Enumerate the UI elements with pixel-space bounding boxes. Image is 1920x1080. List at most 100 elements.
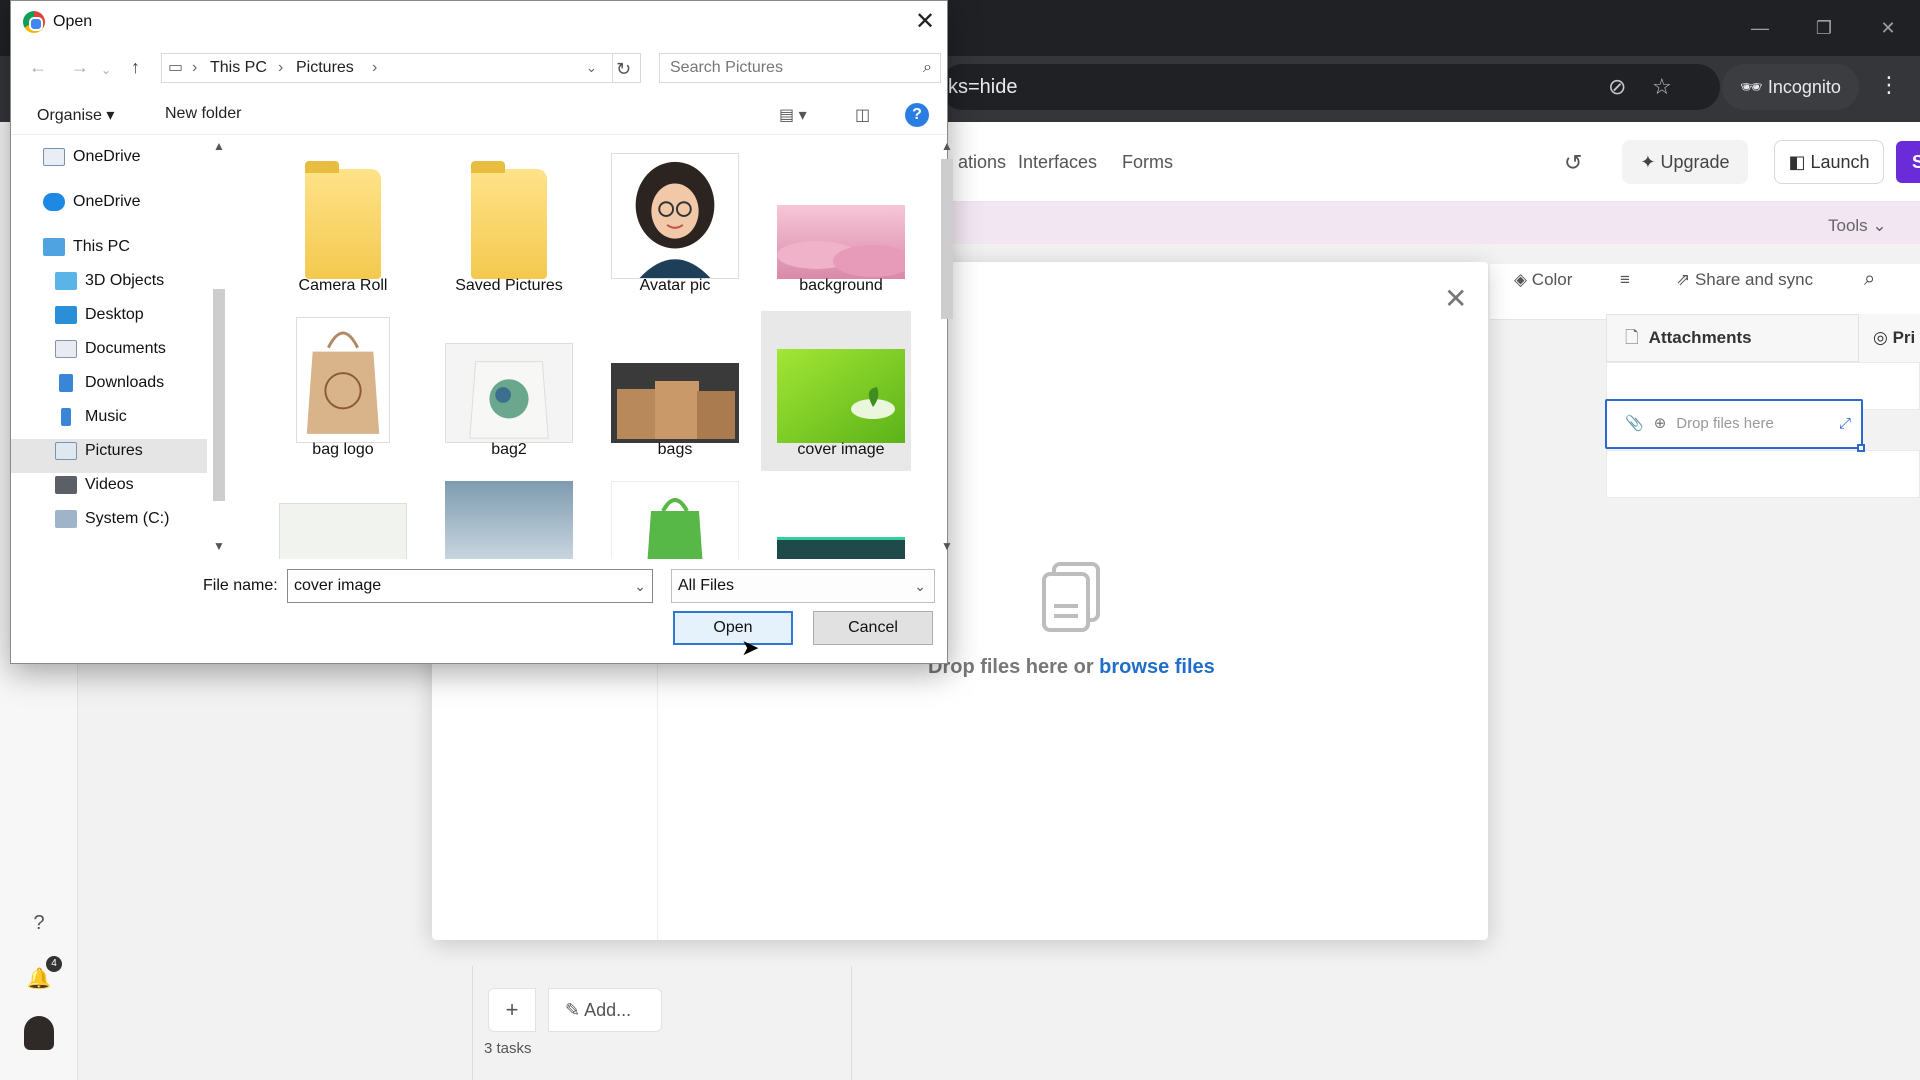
- refresh-icon[interactable]: ↻: [607, 53, 641, 83]
- nav-item-music[interactable]: Music: [55, 401, 127, 433]
- tools-menu[interactable]: Tools ⌄: [1828, 216, 1887, 236]
- share-sync-label: Share and sync: [1694, 270, 1814, 289]
- download-icon: [59, 373, 73, 392]
- nav-scroll-thumb[interactable]: [213, 289, 225, 501]
- nav-item-documents[interactable]: Documents: [55, 333, 166, 365]
- recent-dropdown-icon[interactable]: ⌄: [101, 63, 111, 77]
- files-scrollbar[interactable]: ▲ ▼: [937, 139, 957, 557]
- file-type-select[interactable]: All Files ⌄: [671, 569, 935, 603]
- fill-handle[interactable]: [1857, 444, 1865, 452]
- nav-item-videos[interactable]: Videos: [55, 469, 134, 501]
- image-thumbnail: [279, 503, 407, 559]
- nav-item-onedrive[interactable]: OneDrive: [43, 186, 141, 218]
- upgrade-button[interactable]: ✦ Upgrade: [1622, 140, 1748, 184]
- nav-item-pictures[interactable]: Pictures: [55, 435, 143, 467]
- file-icon: 🗋: [1625, 328, 1639, 347]
- preview-pane-icon[interactable]: ◫: [855, 105, 870, 125]
- files-scroll-thumb[interactable]: [941, 159, 953, 319]
- nav-item-downloads[interactable]: Downloads: [55, 367, 164, 399]
- magic-wand-icon: ✎: [565, 1000, 585, 1020]
- launch-button[interactable]: ◧ Launch: [1774, 140, 1884, 184]
- back-icon[interactable]: ←: [29, 57, 47, 78]
- file-item-background[interactable]: background: [761, 147, 911, 307]
- view-options-icon[interactable]: ▤ ▾: [779, 105, 807, 125]
- file-item-bag2[interactable]: bag2: [429, 311, 579, 471]
- file-item-bag-logo[interactable]: bag logo: [263, 311, 413, 471]
- file-item-avatar-pic[interactable]: Avatar pic: [595, 147, 745, 307]
- file-item-bags[interactable]: bags: [595, 311, 745, 471]
- nav-item-system-c[interactable]: System (C:): [55, 503, 169, 535]
- help-icon[interactable]: ?: [905, 103, 929, 127]
- chevron-down-icon[interactable]: ⌄: [634, 570, 646, 602]
- nav-label: OneDrive: [73, 148, 141, 165]
- expand-icon[interactable]: ⤢: [1839, 401, 1851, 447]
- help-circle-icon[interactable]: ?: [24, 908, 54, 938]
- color-label: Color: [1531, 270, 1573, 289]
- up-icon[interactable]: ↑: [131, 57, 140, 78]
- grid-search-icon[interactable]: ⌕: [1864, 268, 1875, 291]
- nav-item-this-pc[interactable]: This PC: [43, 231, 130, 263]
- breadcrumb-pictures[interactable]: Pictures: [296, 54, 354, 82]
- priority-column-header[interactable]: ◎ Pri: [1858, 314, 1920, 362]
- scroll-down-icon[interactable]: ▼: [941, 539, 953, 553]
- tab-automations[interactable]: ations: [958, 152, 1006, 173]
- color-tool[interactable]: ◈ Color: [1514, 270, 1572, 290]
- cancel-button[interactable]: Cancel: [813, 611, 933, 645]
- nav-item-3d-objects[interactable]: 3D Objects: [55, 265, 164, 297]
- file-item-partial[interactable]: [263, 475, 413, 559]
- browser-menu-icon[interactable]: ⋮: [1878, 72, 1900, 98]
- file-item-saved-pictures[interactable]: Saved Pictures: [429, 147, 579, 307]
- cube-icon: [55, 271, 77, 290]
- file-item-partial[interactable]: [761, 475, 911, 559]
- tab-forms[interactable]: Forms: [1122, 152, 1173, 173]
- add-record-button[interactable]: +: [488, 988, 536, 1032]
- drop-cell-text: Drop files here: [1676, 415, 1774, 432]
- nav-item-onedrive-business[interactable]: OneDrive: [43, 141, 141, 173]
- minimize-icon[interactable]: —: [1740, 12, 1780, 44]
- open-button[interactable]: Open: [673, 611, 793, 645]
- file-item-cover-image[interactable]: cover image: [761, 311, 911, 471]
- scroll-up-icon[interactable]: ▲: [941, 139, 953, 153]
- browse-files-link[interactable]: browse files: [1099, 656, 1215, 678]
- folder-icon: [471, 161, 547, 279]
- breadcrumb-this-pc[interactable]: This PC: [210, 54, 267, 82]
- share-button[interactable]: Share: [1896, 141, 1920, 183]
- search-input[interactable]: Search Pictures ⌕: [659, 53, 941, 83]
- row-height-icon[interactable]: ≡: [1620, 270, 1630, 290]
- star-icon[interactable]: ☆: [1652, 74, 1672, 100]
- attachment-drop-cell[interactable]: 📎 ⊕ Drop files here ⤢: [1605, 399, 1863, 449]
- incognito-badge[interactable]: 🕶 Incognito: [1722, 64, 1859, 110]
- file-item-partial[interactable]: [595, 475, 745, 559]
- tab-interfaces[interactable]: Interfaces: [1018, 152, 1097, 173]
- grid-cell[interactable]: [1606, 450, 1920, 498]
- chevron-right-icon: ›: [278, 59, 284, 76]
- history-icon[interactable]: ↺: [1564, 150, 1582, 176]
- share-sync-tool[interactable]: ⇗ Share and sync: [1676, 270, 1813, 290]
- file-item-camera-roll[interactable]: Camera Roll: [263, 147, 413, 307]
- restore-icon[interactable]: ❐: [1804, 12, 1844, 44]
- file-open-dialog: Open ✕ ← → ⌄ ↑ ▭ › This PC › Pictures › …: [10, 0, 953, 664]
- path-dropdown-icon[interactable]: ⌄: [586, 54, 597, 82]
- new-folder-button[interactable]: New folder: [165, 105, 241, 123]
- organise-menu[interactable]: Organise ▾: [37, 105, 114, 125]
- chrome-logo-icon: [23, 11, 45, 33]
- window-close-icon[interactable]: ✕: [1868, 12, 1908, 44]
- eye-off-icon[interactable]: ⊘: [1608, 74, 1626, 100]
- file-name-input[interactable]: cover image ⌄: [287, 569, 653, 603]
- scroll-up-icon[interactable]: ▲: [213, 139, 225, 153]
- add-with-ai-button[interactable]: ✎ Add...: [548, 988, 662, 1032]
- nav-scrollbar[interactable]: ▲ ▼: [209, 139, 229, 557]
- user-avatar[interactable]: [24, 1016, 54, 1050]
- upload-icon: ⊕: [1653, 415, 1667, 432]
- address-bar[interactable]: ks=hide ⊘ ☆: [940, 64, 1720, 110]
- path-bar[interactable]: ▭ › This PC › Pictures › ⌄: [161, 53, 613, 83]
- nav-item-desktop[interactable]: Desktop: [55, 299, 144, 331]
- dialog-close-icon[interactable]: ✕: [915, 7, 935, 36]
- file-item-partial[interactable]: [429, 475, 579, 559]
- chevron-right-icon: ›: [372, 59, 378, 76]
- nav-label: This PC: [73, 238, 130, 255]
- forward-icon[interactable]: →: [71, 57, 89, 78]
- sparkle-icon: ✦: [1640, 152, 1661, 172]
- modal-close-icon[interactable]: ✕: [1444, 282, 1467, 315]
- scroll-down-icon[interactable]: ▼: [213, 539, 225, 553]
